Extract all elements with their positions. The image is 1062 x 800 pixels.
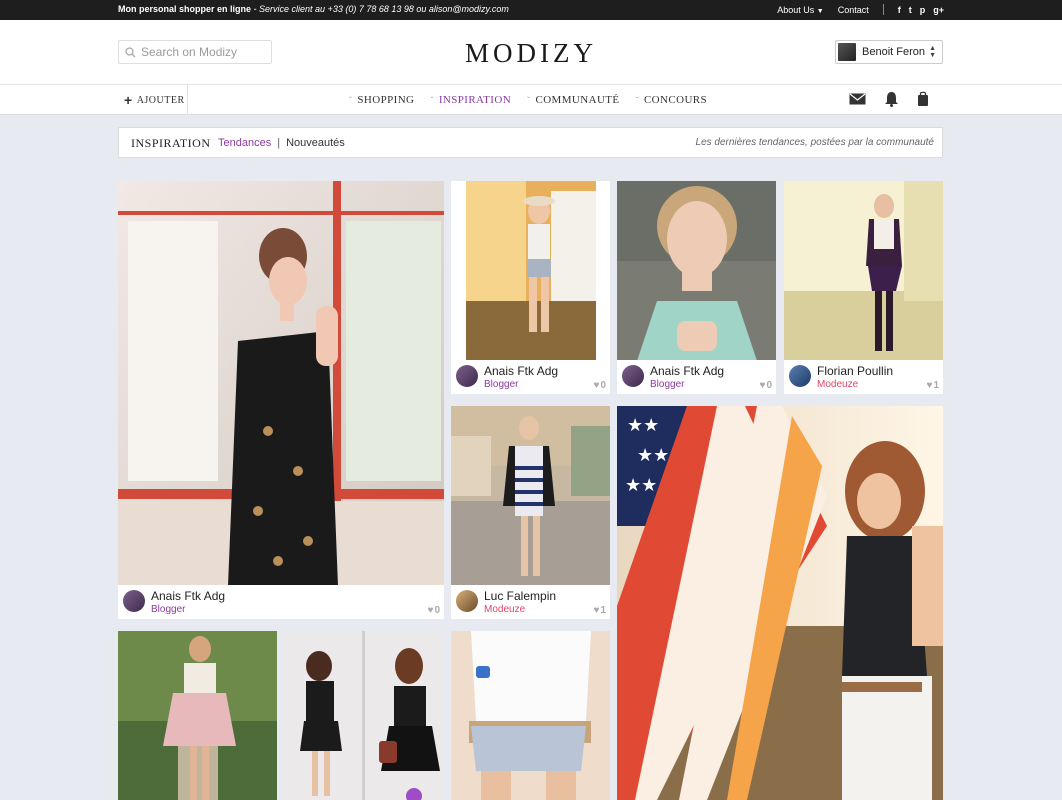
post-card[interactable]: ★★ ★★ ★★ [617,406,943,800]
heart-icon: ♥ [427,605,434,616]
heart-icon: ♥ [593,605,600,616]
bell-icon[interactable] [884,91,899,107]
post-author[interactable]: Luc Falempin [484,589,556,603]
post-card[interactable]: Florian Poullin Modeuze ♥ 1 [784,181,943,394]
avatar [838,43,856,61]
add-button[interactable]: + AJOUTER [118,85,188,115]
author-role: Blogger [151,604,186,615]
post-author[interactable]: Anais Ftk Adg [151,589,225,603]
divider [882,4,884,15]
author-role: Blogger [650,379,685,390]
section-title: INSPIRATION [131,136,211,150]
post-image [617,181,776,361]
updown-arrows-icon: ▲ ▼ [929,45,936,59]
post-image [118,631,277,800]
post-card[interactable] [118,631,277,800]
site-header: Search on Modizy MODIZY Benoit Feron ▲ ▼ [0,20,1062,85]
post-card[interactable] [284,631,443,800]
heart-icon: ♥ [593,380,600,391]
facebook-icon[interactable]: f [898,5,901,15]
avatar[interactable] [456,365,478,387]
post-image: ★★ ★★ ★★ [617,406,943,800]
avatar[interactable] [789,365,811,387]
nav-item-concours[interactable]: ˇ CONCOURS [636,94,708,106]
post-card[interactable]: Luc Falempin Modeuze ♥ 1 [451,406,610,619]
service-client-text: - Service client au +33 (0) 7 78 68 13 9… [253,4,509,14]
author-role: Modeuze [817,379,859,390]
post-card[interactable]: Anais Ftk Adg Blogger ♥ 0 [451,181,610,394]
svg-text:★★: ★★ [637,445,669,466]
section-tagline: Les dernières tendances, postées par la … [695,137,934,148]
main-nav: + AJOUTER ˇ SHOPPING ˇ INSPIRATION ˇ COMMUN… [0,85,1062,115]
heart-icon: ♥ [759,380,766,391]
post-image [284,631,443,800]
plus-icon: + [124,92,133,108]
like-button[interactable]: ♥ 1 [927,380,940,391]
post-image [451,181,610,361]
post-card[interactable]: Anais Ftk Adg Blogger ♥ 0 [617,181,776,394]
heart-icon: ♥ [926,380,933,391]
contact-link[interactable]: Contact [838,5,869,15]
user-name: Benoit Feron [862,46,925,58]
pinterest-icon[interactable]: p [920,5,926,15]
social-links: f t p g+ [898,5,944,15]
like-count: 1 [933,380,939,391]
section-header: INSPIRATION Tendances | Nouveautés Les der… [118,127,943,158]
avatar[interactable] [123,590,145,612]
twitter-icon[interactable]: t [909,5,912,15]
nav-menu: ˇ SHOPPING ˇ INSPIRATION ˇ COMMUNAUTÉ ˇ CONC… [349,85,707,115]
tab-tendances[interactable]: Tendances [218,137,271,149]
post-author[interactable]: Florian Poullin [817,364,893,378]
like-button[interactable]: ♥ 1 [594,605,607,616]
tab-separator: | [277,137,281,149]
tab-nouveautes[interactable]: Nouveautés [286,137,345,149]
svg-text:★★: ★★ [627,415,659,436]
svg-text:★★: ★★ [625,475,657,496]
user-menu[interactable]: Benoit Feron ▲ ▼ [835,40,943,64]
avatar[interactable] [456,590,478,612]
bag-icon[interactable] [917,91,929,107]
nav-item-shopping[interactable]: ˇ SHOPPING [349,94,414,106]
like-count: 0 [434,605,440,616]
contact-info: Mon personal shopper en ligne - Service … [118,4,509,14]
like-button[interactable]: ♥ 0 [428,605,441,616]
avatar[interactable] [622,365,644,387]
like-count: 0 [600,380,606,391]
like-count: 0 [766,380,772,391]
google-plus-icon[interactable]: g+ [933,5,944,15]
post-card[interactable]: Anais Ftk Adg Blogger ♥ 0 [118,181,444,619]
nav-item-communaute[interactable]: ˇ COMMUNAUTÉ [527,94,619,106]
post-author[interactable]: Anais Ftk Adg [484,364,558,378]
post-card[interactable] [451,631,610,800]
like-button[interactable]: ♥ 0 [594,380,607,391]
post-image [451,631,610,800]
nav-item-inspiration[interactable]: ˇ INSPIRATION [430,94,511,106]
site-tagline: Mon personal shopper en ligne [118,4,252,14]
post-image [118,181,444,586]
post-author[interactable]: Anais Ftk Adg [650,364,724,378]
chevron-down-icon: ▼ [816,7,824,15]
author-role: Blogger [484,379,519,390]
mail-icon[interactable] [849,93,866,105]
post-image [451,406,610,586]
post-image [784,181,943,361]
about-us-link[interactable]: About Us ▼ [777,5,823,15]
like-count: 1 [600,605,606,616]
top-info-bar: Mon personal shopper en ligne - Service … [0,0,1062,20]
like-button[interactable]: ♥ 0 [760,380,773,391]
author-role: Modeuze [484,604,526,615]
